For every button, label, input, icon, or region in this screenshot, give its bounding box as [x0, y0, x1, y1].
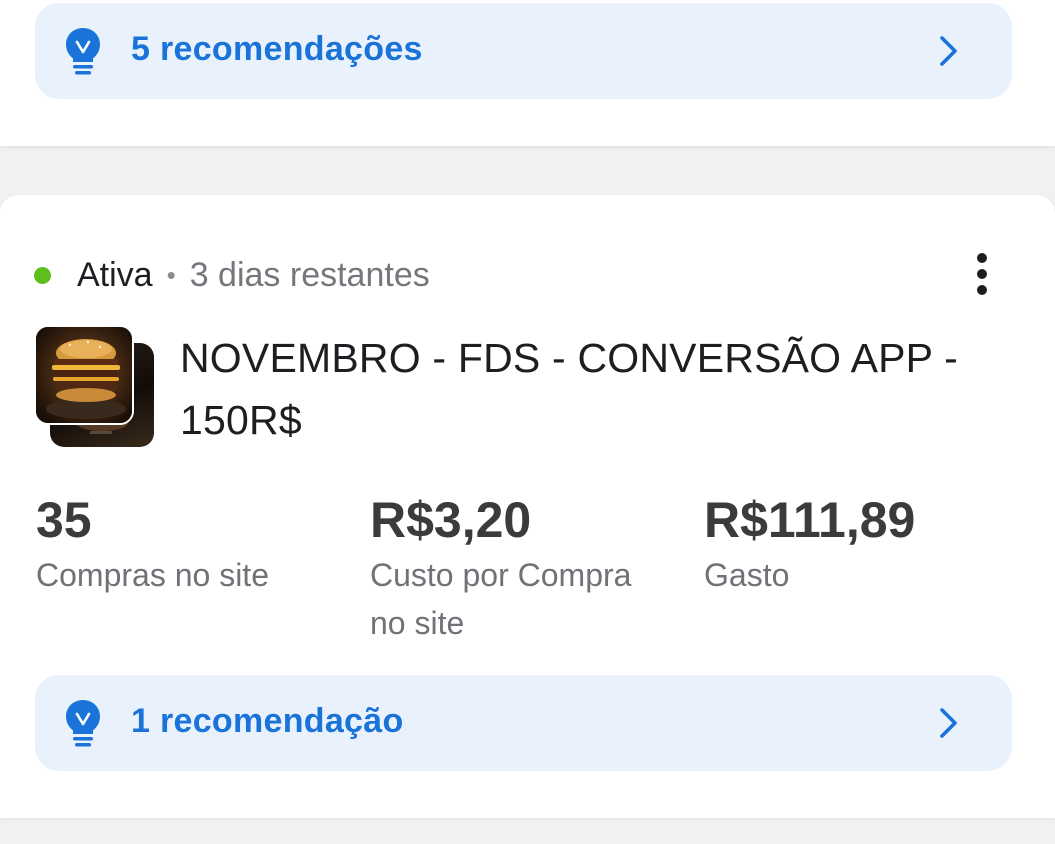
chevron-right-icon: [940, 708, 957, 738]
lightbulb-icon: [66, 700, 100, 747]
metric-spend: R$111,89 Gasto: [704, 491, 994, 599]
recommendations-label: 1 recomendação: [131, 702, 404, 740]
campaign-title[interactable]: NOVEMBRO - FDS - CONVERSÃO APP - 150R$: [180, 327, 1000, 451]
more-options-icon[interactable]: [967, 251, 997, 297]
chevron-right-icon: [940, 36, 957, 66]
metric-label: Custo por Compra no site: [370, 557, 632, 641]
metric-purchases: 35 Compras no site: [36, 491, 326, 599]
metric-value: R$111,89: [704, 492, 916, 548]
status-active-dot: [34, 266, 51, 284]
metric-value: 35: [36, 492, 92, 548]
campaign-status-row: Ativa • 3 dias restantes: [34, 253, 430, 297]
status-label: Ativa: [77, 255, 153, 294]
status-separator: •: [166, 259, 176, 290]
lightbulb-icon: [66, 28, 100, 75]
recommendations-button[interactable]: 1 recomendação: [35, 675, 1012, 771]
campaign-card[interactable]: Ativa • 3 dias restantes NOVEMBRO - FDS …: [0, 195, 1055, 818]
metric-value: R$3,20: [370, 492, 532, 548]
days-remaining: 3 dias restantes: [189, 255, 430, 294]
burger-image: [34, 325, 134, 425]
metric-label: Compras no site: [36, 557, 269, 593]
metric-cost-per-purchase: R$3,20 Custo por Compra no site: [370, 491, 640, 647]
recommendations-button[interactable]: 5 recomendações: [35, 3, 1012, 99]
campaign-card-previous: 5 recomendações: [0, 0, 1055, 146]
metric-label: Gasto: [704, 557, 790, 593]
ad-thumbnail: [34, 325, 158, 449]
recommendations-label: 5 recomendações: [131, 30, 423, 68]
